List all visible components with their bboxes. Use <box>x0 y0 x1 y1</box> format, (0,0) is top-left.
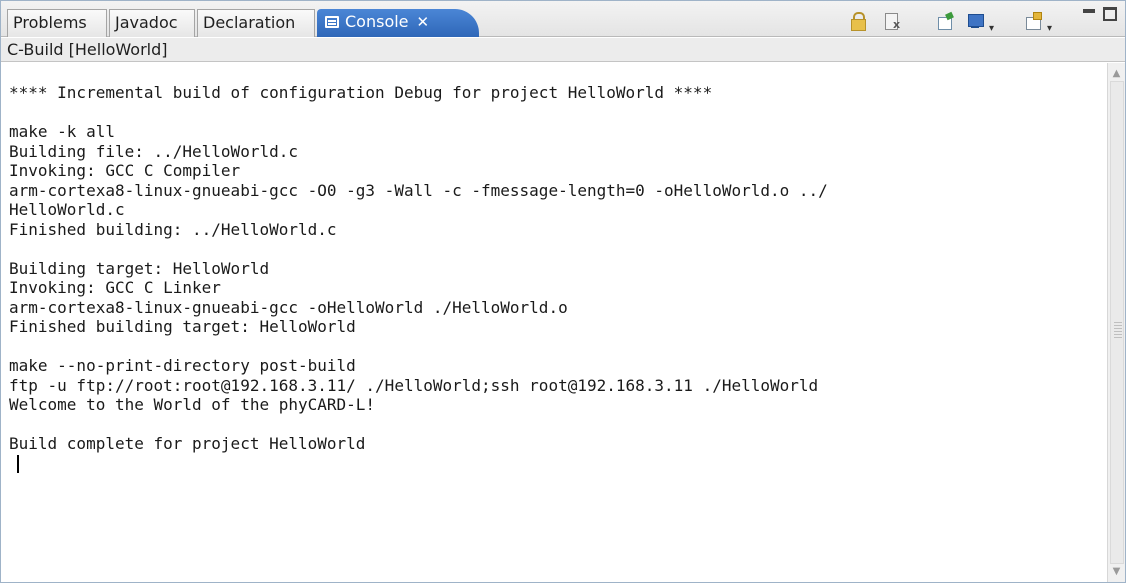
display-console-icon[interactable] <box>967 12 985 30</box>
chevron-down-icon[interactable]: ▾ <box>1047 23 1052 34</box>
console-line: make -k all <box>9 122 115 141</box>
scrollbar-thumb[interactable] <box>1110 81 1124 564</box>
console-icon <box>325 16 339 28</box>
console-line: ftp -u ftp://root:root@192.168.3.11/ ./H… <box>9 375 819 395</box>
pin-console-icon[interactable] <box>937 12 955 30</box>
tab-javadoc[interactable]: Javadoc <box>109 9 195 37</box>
console-line: HelloWorld.c <box>9 200 125 219</box>
console-line: arm-cortexa8-linux-gnueabi-gcc -oHelloWo… <box>9 297 568 317</box>
view-tab-bar: Problems Javadoc Declaration Console✕ ▾ … <box>1 1 1125 37</box>
console-line: Finished building: ../HelloWorld.c <box>9 219 337 239</box>
clear-console-icon[interactable] <box>883 12 901 31</box>
console-view: Problems Javadoc Declaration Console✕ ▾ … <box>0 0 1126 583</box>
console-line: Welcome to the World of the phyCARD-L! <box>9 395 376 414</box>
vertical-scrollbar[interactable]: ▲ ▼ <box>1107 63 1125 582</box>
minimize-icon[interactable] <box>1083 9 1095 13</box>
console-line: Build complete for project HelloWorld <box>9 434 366 453</box>
grip-icon <box>1114 322 1122 338</box>
console-line: Finished building target: HelloWorld <box>9 317 356 336</box>
console-line: Building target: HelloWorld <box>9 258 270 278</box>
scroll-up-icon[interactable]: ▲ <box>1108 63 1125 81</box>
scroll-lock-icon[interactable] <box>849 12 867 31</box>
console-line: Invoking: GCC C Compiler <box>9 161 241 180</box>
console-text[interactable]: **** Incremental build of configuration … <box>1 63 1107 473</box>
tab-console-label: Console <box>345 12 409 31</box>
chevron-down-icon[interactable]: ▾ <box>989 23 994 34</box>
console-output[interactable]: **** Incremental build of configuration … <box>1 63 1107 582</box>
tab-problems[interactable]: Problems <box>7 9 107 37</box>
tab-declaration[interactable]: Declaration <box>197 9 315 37</box>
console-line: **** Incremental build of configuration … <box>9 83 713 102</box>
console-line: Invoking: GCC C Linker <box>9 278 221 297</box>
open-console-icon[interactable] <box>1025 12 1043 30</box>
console-line: Building file: ../HelloWorld.c <box>9 141 298 161</box>
console-line: arm-cortexa8-linux-gnueabi-gcc -O0 -g3 -… <box>9 180 828 200</box>
text-cursor <box>17 454 19 473</box>
maximize-icon[interactable] <box>1103 7 1117 21</box>
console-label: C-Build [HelloWorld] <box>1 38 1125 62</box>
tab-console[interactable]: Console ✕ <box>317 9 479 37</box>
console-line: make --no-print-directory post-build <box>9 356 356 375</box>
scroll-down-icon[interactable]: ▼ <box>1108 564 1125 582</box>
close-icon[interactable]: ✕ <box>417 13 430 31</box>
